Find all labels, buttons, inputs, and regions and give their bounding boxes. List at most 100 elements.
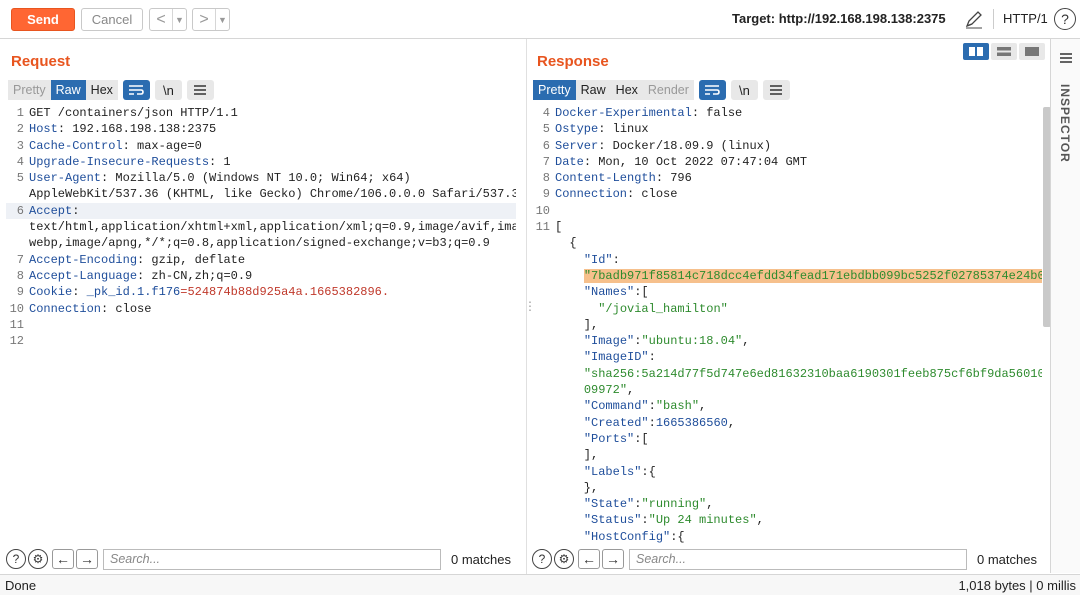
response-search-prev-icon[interactable]: ← — [578, 549, 600, 569]
line-number: 9 — [542, 187, 550, 202]
code-line: "Ports":[ — [532, 431, 1042, 447]
help-icon[interactable]: ? — [1054, 8, 1076, 30]
edit-target-icon[interactable] — [964, 9, 984, 29]
request-show-newlines-button[interactable]: \n — [154, 80, 182, 100]
back-dropdown-icon[interactable]: ▼ — [172, 9, 186, 30]
back-arrow-icon[interactable]: < — [150, 9, 172, 30]
code-line: 7 Date: Mon, 10 Oct 2022 07:47:04 GMT — [532, 154, 1042, 170]
response-search-input[interactable]: Search... — [629, 548, 967, 570]
history-forward-group[interactable]: > ▼ — [192, 8, 230, 31]
history-back-group[interactable]: < ▼ — [149, 8, 187, 31]
code-token: Cache-Control — [29, 138, 123, 153]
code-line: { — [532, 235, 1042, 251]
code-line: 3 Cache-Control: max-age=0 — [6, 138, 516, 154]
code-token: 1665386560 — [655, 415, 728, 430]
code-line: webp,image/apng,*/*;q=0.8,application/si… — [6, 235, 516, 251]
line-number: 11 — [9, 317, 24, 332]
request-tab-pretty[interactable]: Pretty — [8, 80, 51, 100]
line-number: 5 — [542, 122, 550, 137]
code-token: "Created" — [583, 415, 649, 430]
response-tab-raw[interactable]: Raw — [575, 80, 611, 100]
code-token: : Docker/18.09.9 (linux) — [598, 138, 772, 153]
response-menu-icon[interactable] — [762, 80, 790, 100]
response-search-next-icon[interactable]: → — [602, 549, 624, 569]
request-tab-raw[interactable]: Raw — [50, 80, 86, 100]
code-token: Accept-Encoding — [29, 252, 138, 267]
code-token: "Up 24 minutes" — [648, 513, 757, 528]
request-editor[interactable]: 1 GET /containers/json HTTP/1.1 2 Host: 192… — [6, 105, 516, 540]
code-line: "Labels":{ — [532, 464, 1042, 480]
response-tab-render[interactable]: Render — [642, 80, 694, 100]
code-line: 12 — [6, 333, 516, 349]
inspector-menu-icon[interactable] — [1059, 52, 1073, 64]
line-number: 2 — [16, 122, 24, 137]
code-token: "ImageID" — [583, 350, 649, 365]
code-token: webp,image/apng,*/*;q=0.8,application/si… — [29, 236, 490, 251]
code-token: "HostConfig" — [583, 529, 671, 544]
cancel-button[interactable]: Cancel — [81, 8, 143, 31]
code-token: : — [648, 415, 656, 430]
layout-stacked-icon[interactable] — [991, 43, 1017, 60]
line-number: 5 — [16, 171, 24, 186]
code-token: Docker-Experimental — [555, 106, 692, 120]
request-view-tabs: Pretty Raw Hex \n — [8, 80, 214, 100]
code-token: : close — [101, 301, 152, 316]
code-token: "Status" — [583, 513, 642, 528]
code-token: : max-age=0 — [122, 138, 202, 153]
protocol-label[interactable]: HTTP/1 — [1003, 11, 1048, 26]
code-token: : linux — [598, 122, 649, 137]
response-wrap-lines-icon[interactable] — [698, 80, 726, 100]
code-token: 09972" — [583, 383, 628, 398]
send-button[interactable]: Send — [11, 8, 75, 31]
code-line: "7badb971f85814c718dcc4efdd34fead171ebdb… — [532, 268, 1042, 284]
code-line: "HostConfig":{ — [532, 529, 1042, 545]
code-line: 5 Ostype: linux — [532, 121, 1042, 137]
code-token: :{ — [670, 529, 685, 544]
response-settings-gear-icon[interactable]: ⚙ — [554, 549, 574, 569]
forward-dropdown-icon[interactable]: ▼ — [215, 9, 229, 30]
code-token: "Ports" — [583, 431, 635, 446]
response-tab-pretty[interactable]: Pretty — [533, 80, 576, 100]
inspector-tab[interactable]: INSPECTOR — [1058, 84, 1072, 163]
line-number: 4 — [542, 106, 550, 120]
code-token: : 192.168.198.138:2375 — [57, 122, 217, 137]
response-tab-hex[interactable]: Hex — [610, 80, 643, 100]
response-editor[interactable]: 4 Docker-Experimental: false 5 Ostype: linu… — [532, 105, 1042, 545]
code-token: ], — [555, 317, 599, 332]
code-line: ], — [532, 317, 1042, 333]
request-title: Request — [11, 53, 71, 70]
code-line: "Status":"Up 24 minutes", — [532, 512, 1042, 528]
layout-side-by-side-icon[interactable] — [963, 43, 989, 60]
request-tab-hex[interactable]: Hex — [85, 80, 118, 100]
code-line: "State":"running", — [532, 496, 1042, 512]
request-settings-gear-icon[interactable]: ⚙ — [28, 549, 48, 569]
request-search-next-icon[interactable]: → — [76, 549, 98, 569]
code-line: text/html,application/xhtml+xml,applicat… — [6, 219, 516, 235]
code-line: 9 Cookie: _pk_id.1.f176=524874b88d925a4a.… — [6, 284, 516, 300]
response-show-newlines-button[interactable]: \n — [730, 80, 758, 100]
request-wrap-lines-icon[interactable] — [122, 80, 150, 100]
code-line: 7 Accept-Encoding: gzip, deflate — [6, 252, 516, 268]
request-help-icon[interactable]: ? — [6, 549, 26, 569]
code-line: 10 Connection: close — [6, 301, 516, 317]
code-token: Connection — [555, 187, 628, 202]
code-token: GET /containers/json HTTP/1.1 — [29, 106, 238, 120]
status-text: Done — [5, 578, 37, 593]
line-number: 11 — [535, 220, 550, 235]
code-token: , — [742, 334, 750, 349]
code-token: "Names" — [583, 285, 635, 300]
code-line: ], — [532, 447, 1042, 463]
layout-tabs-icon[interactable] — [1019, 43, 1045, 60]
top-toolbar: Send Cancel < ▼ > ▼ Target: http://192.1… — [0, 0, 1080, 39]
request-menu-icon[interactable] — [186, 80, 214, 100]
request-search-prev-icon[interactable]: ← — [52, 549, 74, 569]
request-search-input[interactable]: Search... — [103, 548, 441, 570]
response-help-icon[interactable]: ? — [532, 549, 552, 569]
target-label: Target: http://192.168.198.138:2375 — [732, 11, 946, 26]
code-token: "ubuntu:18.04" — [641, 334, 743, 349]
forward-arrow-icon[interactable]: > — [193, 9, 215, 30]
